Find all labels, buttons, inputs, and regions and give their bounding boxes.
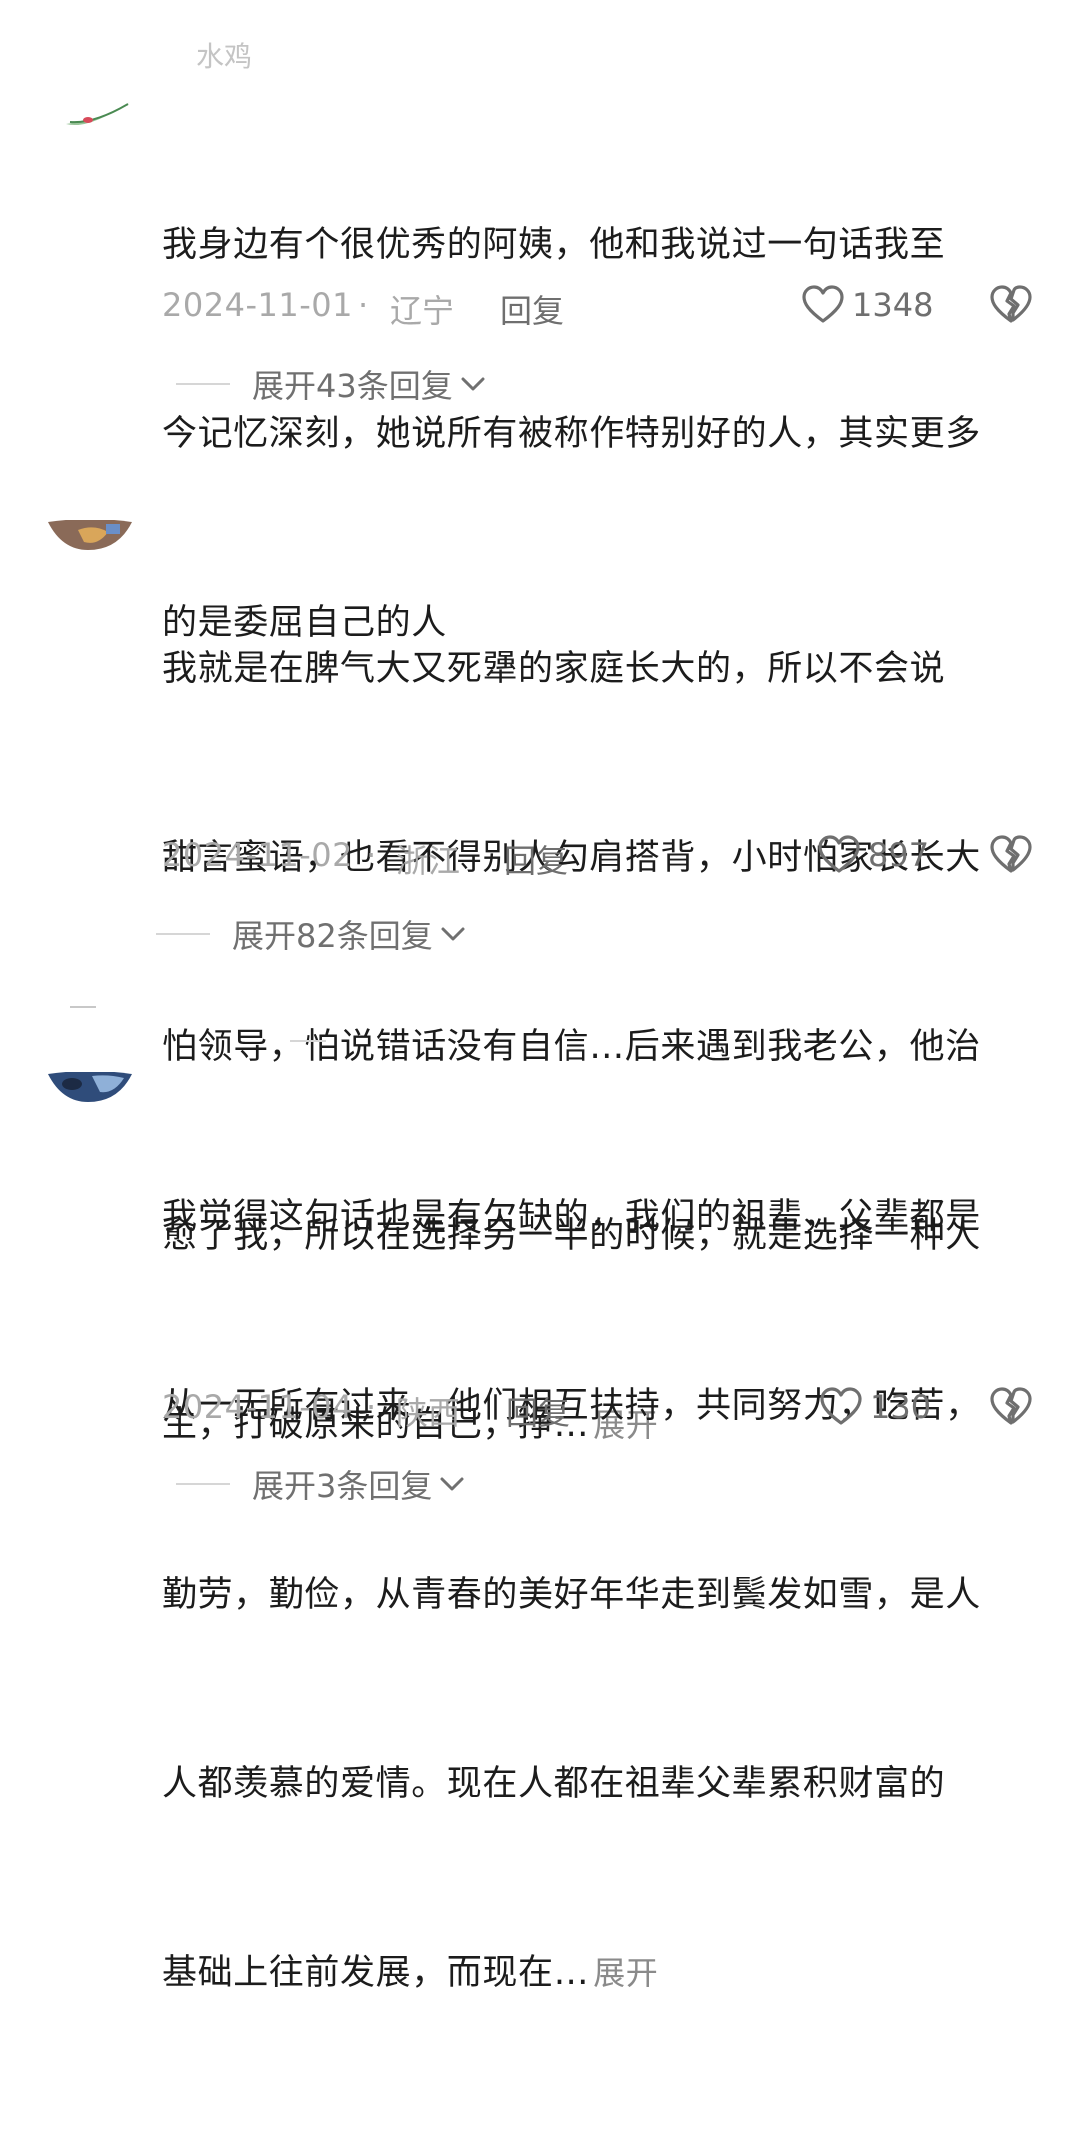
divider [176, 1483, 230, 1485]
comment-list: 水鸡 我身边有个很优秀的阿姨，他和我说过一句话我至 今记忆深刻，她说所有被称作特… [0, 0, 1080, 1993]
comment-line: 基础上往前发展，而现在… [162, 1953, 590, 1993]
comment-meta: 2024-11-02 · 浙江 回复 897 [162, 830, 1042, 880]
avatar[interactable] [48, 1072, 132, 1106]
heart-outline-icon [818, 835, 860, 873]
expand-replies-label: 展开3条回复 [252, 1467, 433, 1505]
meta-separator: · [366, 1388, 377, 1426]
divider [156, 933, 210, 935]
expand-replies-button[interactable]: 展开82条回复 [156, 912, 467, 956]
chevron-down-icon [441, 927, 465, 941]
comment-region: 辽宁 [390, 292, 455, 330]
expand-text-button[interactable]: 展开 [593, 1954, 658, 1992]
meta-separator: · [366, 836, 377, 874]
reply-button[interactable]: 回复 [504, 836, 568, 882]
comment-line-last: 基础上往前发展，而现在… 展开 [162, 1942, 1042, 2005]
broken-heart-icon[interactable] [990, 284, 1032, 326]
reply-button[interactable]: 回复 [500, 286, 564, 332]
broken-heart-icon[interactable] [990, 834, 1032, 876]
avatar[interactable] [48, 520, 132, 554]
comment-text: 我觉得这句话也是有欠缺的，我们的祖辈，父辈都是 从一无所有过来，他们相互扶持，共… [162, 1060, 1042, 2131]
divider [70, 1006, 96, 1008]
reply-button[interactable]: 回复 [506, 1388, 570, 1434]
expand-replies-button[interactable]: 展开43条回复 [176, 362, 487, 406]
comment-date: 2024-11-04 [162, 1388, 353, 1426]
meta-separator: · [358, 286, 369, 324]
expand-replies-button[interactable]: 展开3条回复 [176, 1462, 466, 1506]
comment-line: 我就是在脾气大又死犟的家庭长大的，所以不会说 [162, 649, 946, 689]
avatar[interactable] [48, 100, 132, 134]
comment-region: 陕西 [396, 1394, 461, 1432]
like-count: 130 [870, 1388, 932, 1426]
like-button[interactable]: 130 [820, 1382, 931, 1432]
comment-line: 勤劳，勤俭，从青春的美好年华走到鬓发如雪，是人 [162, 1575, 981, 1615]
like-button[interactable]: 897 [818, 830, 929, 880]
comment-line: 人都羡慕的爱情。现在人都在祖辈父辈累积财富的 [162, 1764, 946, 1804]
comment-meta: 2024-11-01 · 辽宁 回复 1348 [162, 280, 1042, 330]
chevron-down-icon [461, 377, 485, 391]
expand-replies-label: 展开43条回复 [252, 367, 453, 405]
partial-username: 水鸡 [196, 40, 253, 73]
like-count: 1348 [852, 286, 934, 324]
comment-date: 2024-11-01 [162, 286, 353, 324]
heart-outline-icon [802, 285, 844, 323]
comment-line: 今记忆深刻，她说所有被称作特别好的人，其实更多 [162, 414, 981, 454]
divider [290, 1040, 326, 1042]
expand-replies-label: 展开82条回复 [232, 917, 433, 955]
divider [176, 383, 230, 385]
comment-region: 浙江 [396, 842, 461, 880]
comment-line: 我觉得这句话也是有欠缺的，我们的祖辈，父辈都是 [162, 1197, 981, 1237]
comment-date: 2024-11-02 [162, 836, 353, 874]
like-button[interactable]: 1348 [802, 280, 933, 330]
heart-outline-icon [820, 1387, 862, 1425]
chevron-down-icon [440, 1477, 464, 1491]
comment-meta: 2024-11-04 · 陕西 回复 130 [162, 1382, 1042, 1432]
comment-line: 我身边有个很优秀的阿姨，他和我说过一句话我至 [162, 225, 946, 265]
like-count: 897 [868, 836, 930, 874]
broken-heart-icon[interactable] [990, 1386, 1032, 1428]
